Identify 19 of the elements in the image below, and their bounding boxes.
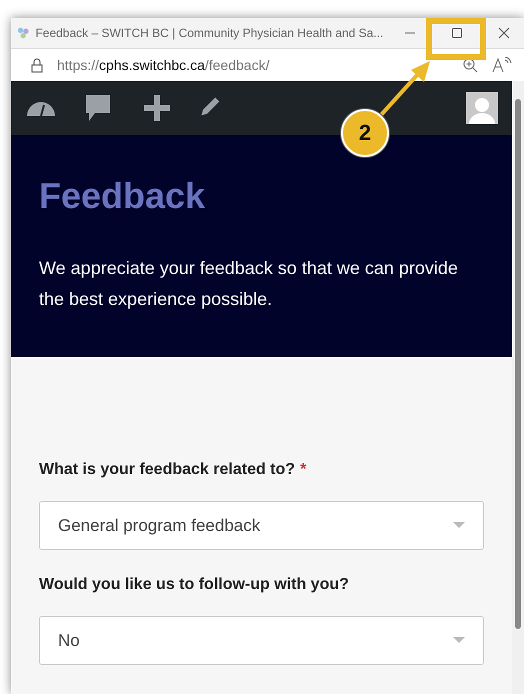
dropdown-field[interactable]: No — [39, 616, 484, 665]
maximize-icon — [450, 27, 463, 39]
field-label: What is your feedback related to? * — [39, 461, 308, 479]
zoom-in-icon[interactable] — [462, 57, 478, 73]
window-title: Feedback – SWITCH BC | Community Physician Health and Sa... — [35, 26, 384, 40]
read-aloud-icon[interactable] — [492, 57, 512, 73]
required-asterisk: * — [300, 461, 306, 478]
plus-icon[interactable] — [141, 92, 173, 124]
intro-text: We appreciate your feedback so that we can provide the best experience possible. — [39, 257, 459, 311]
caret-icon — [453, 637, 465, 644]
field-label: Would you like us to follow-up with you? — [39, 576, 350, 594]
dropdown-field[interactable]: General program feedback — [39, 501, 484, 550]
caret-icon — [453, 522, 465, 529]
highlight-frame — [426, 18, 486, 60]
close-icon — [498, 27, 510, 39]
page-title: Feedback — [39, 175, 206, 217]
scrollbar[interactable] — [512, 81, 524, 694]
site-logo-icon — [17, 26, 30, 40]
lock-icon — [31, 58, 43, 72]
